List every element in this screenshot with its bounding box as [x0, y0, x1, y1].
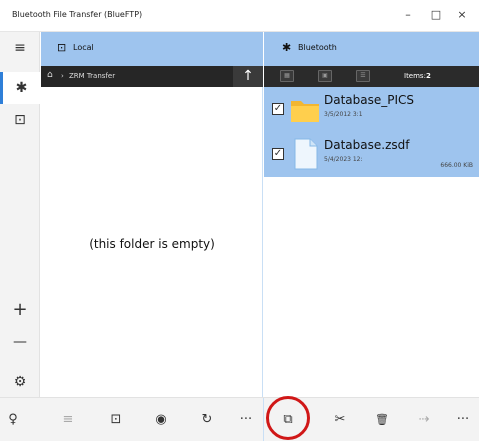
tips-bottom-icon[interactable]: ♀ — [0, 407, 26, 433]
list-view-icon[interactable]: ☰ — [356, 70, 370, 82]
item-checkbox[interactable]: ✓ — [272, 103, 284, 115]
highlight-ring — [266, 396, 310, 440]
pane-separator — [263, 398, 264, 441]
folder-icon — [291, 101, 319, 122]
breadcrumb-separator: › — [61, 72, 64, 80]
file-size: 666.00 KiB — [440, 162, 473, 169]
items-label: Items:2 — [404, 72, 431, 80]
file-icon — [294, 138, 318, 170]
bluetooth-header-label: Bluetooth — [298, 43, 337, 52]
hamburger-menu-icon[interactable]: ≡ — [0, 32, 40, 64]
more-right-icon[interactable]: ··· — [450, 407, 476, 433]
new-folder-icon[interactable]: ⊡ — [103, 407, 129, 433]
file-date: 5/4/2023 12: — [324, 156, 363, 163]
zoom-in-icon[interactable]: + — [0, 294, 40, 326]
bluetooth-file-list[interactable]: ✓ Database_PICS 3/5/2012 3:1 ✓ Database.… — [264, 87, 479, 397]
bottom-command-bar: ♀ ≡ ⊡ ◉ ↻ ··· ⧉ ✂ 🗑 ⇢ ··· — [0, 397, 479, 441]
select-icon[interactable]: ▣ — [318, 70, 332, 82]
file-name: Database.zsdf — [324, 138, 410, 152]
bluetooth-pane-header[interactable]: ✱ Bluetooth — [264, 32, 479, 66]
minimize-button[interactable]: – — [398, 6, 418, 24]
grid-view-icon[interactable]: ▦ — [280, 70, 294, 82]
breadcrumb-folder[interactable]: ZRM Transfer — [69, 72, 115, 80]
more-left-icon[interactable]: ··· — [233, 407, 259, 433]
local-header-label: Local — [73, 43, 94, 52]
home-icon[interactable]: ⌂ — [47, 70, 53, 80]
bluetooth-icon: ✱ — [282, 41, 292, 54]
item-checkbox[interactable]: ✓ — [272, 148, 284, 160]
window-title: Bluetooth File Transfer (BlueFTP) — [12, 10, 143, 19]
send-icon[interactable]: ⇢ — [411, 407, 437, 433]
view-icon[interactable]: ◉ — [148, 407, 174, 433]
title-bar: Bluetooth File Transfer (BlueFTP) – □ × — [0, 0, 479, 32]
file-date: 3/5/2012 3:1 — [324, 111, 363, 118]
left-rail: ≡ ✱ ⊡ + — ⚙ ♡ — [0, 32, 40, 441]
computer-icon: ⊡ — [57, 41, 67, 54]
delete-icon[interactable]: 🗑 — [369, 407, 395, 433]
up-folder-button[interactable]: ↑ — [233, 66, 263, 87]
local-pane-header[interactable]: ⊡ Local — [41, 32, 263, 66]
local-file-list[interactable]: (this folder is empty) — [41, 87, 263, 397]
breadcrumb: ⌂ › ZRM Transfer ↑ — [41, 66, 263, 87]
bluetooth-toolbar: ▦ ▣ ☰ Items:2 — [264, 66, 479, 87]
zoom-out-icon[interactable]: — — [0, 326, 40, 358]
maximize-button[interactable]: □ — [426, 6, 446, 24]
list-item[interactable]: ✓ Database.zsdf 5/4/2023 12: 666.00 KiB — [264, 132, 479, 177]
close-button[interactable]: × — [452, 6, 472, 24]
local-nav-icon[interactable]: ⊡ — [0, 104, 40, 136]
cut-icon[interactable]: ✂ — [327, 407, 353, 433]
file-name: Database_PICS — [324, 93, 415, 107]
select-list-icon[interactable]: ≡ — [55, 407, 81, 433]
list-item[interactable]: ✓ Database_PICS 3/5/2012 3:1 — [264, 87, 479, 132]
bluetooth-nav-icon[interactable]: ✱ — [0, 72, 40, 104]
refresh-icon[interactable]: ↻ — [194, 407, 220, 433]
settings-icon[interactable]: ⚙ — [0, 366, 40, 398]
empty-folder-text: (this folder is empty) — [89, 237, 215, 251]
